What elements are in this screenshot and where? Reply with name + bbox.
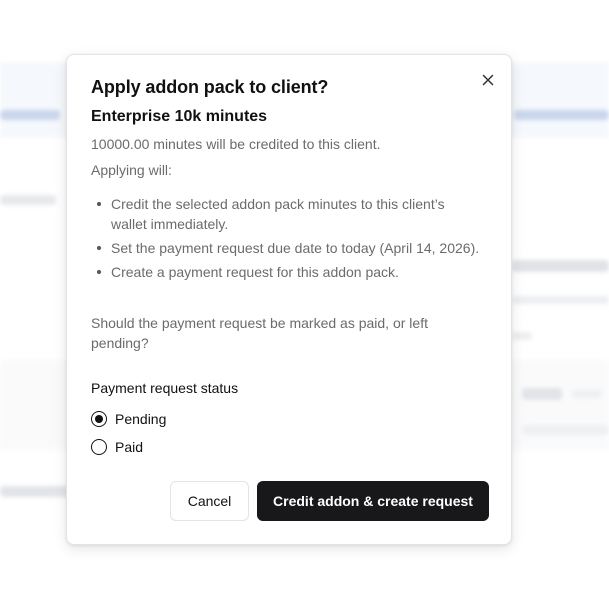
radio-option-paid[interactable]: Paid <box>91 439 143 455</box>
bullet-icon <box>97 246 101 250</box>
background-text <box>0 195 56 205</box>
addon-pack-name: Enterprise 10k minutes <box>91 108 268 125</box>
dialog-title: Apply addon pack to client? <box>91 77 329 97</box>
radio-label: Pending <box>115 411 167 427</box>
background-text <box>522 425 609 435</box>
background-text <box>522 388 562 400</box>
credit-addon-create-request-button[interactable]: Credit addon & create request <box>257 481 489 521</box>
payment-status-label: Payment request status <box>91 380 239 396</box>
status-question: Should the payment request be marked as … <box>91 315 428 351</box>
effects-list: Credit the selected addon pack minutes t… <box>91 194 481 286</box>
close-icon <box>482 74 494 86</box>
credit-note: 10000.00 minutes will be credited to thi… <box>91 136 381 152</box>
radio-label: Paid <box>115 439 144 455</box>
cancel-button[interactable]: Cancel <box>170 481 249 521</box>
effect-text: Set the payment request due date to toda… <box>111 240 480 256</box>
background-link <box>514 110 609 120</box>
radio-dot-icon <box>95 415 103 423</box>
background-link <box>0 110 60 120</box>
effect-text: Create a payment request for this addon … <box>111 264 399 280</box>
bullet-icon <box>97 270 101 274</box>
apply-addon-dialog: Apply addon pack to client? Enterprise 1… <box>66 54 512 545</box>
background-text <box>512 260 609 272</box>
radio-button-selected[interactable] <box>91 411 107 427</box>
background-text <box>0 486 70 497</box>
effect-text: Credit the selected addon pack minutes t… <box>111 196 445 232</box>
background-text <box>512 296 609 304</box>
background-text <box>572 390 602 398</box>
close-button[interactable] <box>477 69 499 91</box>
applying-label: Applying will: <box>91 162 172 178</box>
radio-button[interactable] <box>91 439 107 455</box>
list-item: Credit the selected addon pack minutes t… <box>91 194 481 234</box>
background-text <box>512 332 532 340</box>
list-item: Create a payment request for this addon … <box>91 262 481 282</box>
bullet-icon <box>97 202 101 206</box>
list-item: Set the payment request due date to toda… <box>91 238 481 258</box>
radio-option-pending[interactable]: Pending <box>91 411 166 427</box>
